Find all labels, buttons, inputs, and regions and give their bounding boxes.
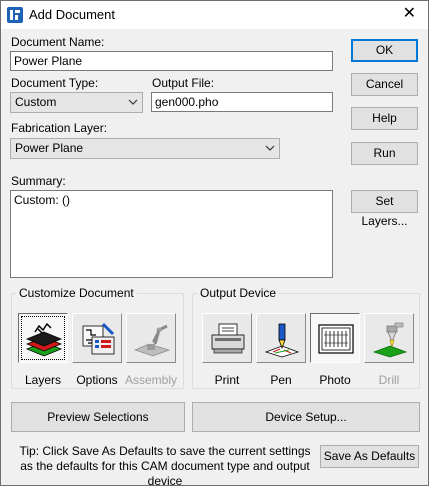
assembly-button	[126, 313, 176, 363]
chevron-down-icon	[265, 145, 275, 151]
output-file-input[interactable]: gen000.pho	[151, 92, 333, 112]
printer-icon	[211, 323, 245, 354]
assembly-label: Assembly	[124, 373, 177, 387]
layers-label: Layers	[24, 373, 62, 387]
print-button[interactable]	[202, 313, 252, 363]
pen-button[interactable]	[256, 313, 306, 363]
device-setup-button[interactable]: Device Setup...	[192, 402, 420, 432]
document-type-value: Custom	[15, 95, 57, 109]
print-label: Print	[214, 373, 240, 387]
fabrication-layer-value: Power Plane	[15, 141, 84, 155]
output-device-title: Output Device	[197, 286, 280, 300]
layers-icon	[25, 322, 63, 357]
run-button[interactable]: Run	[351, 142, 418, 165]
layers-button[interactable]	[18, 313, 68, 363]
chevron-down-icon	[128, 99, 138, 105]
add-document-dialog: Add Document ✕ Document Name: Power Plan…	[0, 0, 429, 488]
app-icon	[7, 7, 23, 23]
document-name-input[interactable]: Power Plane	[10, 51, 333, 71]
fabrication-layer-label: Fabrication Layer:	[11, 121, 108, 135]
set-layers-button[interactable]: Set Layers...	[351, 190, 418, 228]
document-name-label: Document Name:	[11, 35, 105, 49]
options-label: Options	[76, 373, 118, 387]
preview-selections-button[interactable]: Preview Selections	[11, 402, 185, 432]
drill-icon	[372, 322, 408, 358]
drill-button	[364, 313, 414, 363]
tip-text: Tip: Click Save As Defaults to save the …	[19, 444, 311, 488]
title-bar: Add Document ✕	[1, 1, 428, 29]
close-icon[interactable]: ✕	[403, 4, 416, 24]
summary-label: Summary:	[11, 174, 66, 188]
drill-label: Drill	[378, 373, 400, 387]
ok-button[interactable]: OK	[351, 39, 418, 62]
summary-textarea[interactable]: Custom: ()	[10, 190, 333, 278]
document-type-label: Document Type:	[11, 76, 99, 90]
photo-button[interactable]	[310, 313, 360, 363]
photo-label: Photo	[319, 373, 351, 387]
options-button[interactable]	[72, 313, 122, 363]
pen-plotter-icon	[264, 323, 300, 358]
document-type-select[interactable]: Custom	[10, 92, 143, 113]
customize-document-title: Customize Document	[16, 286, 137, 300]
pen-label: Pen	[270, 373, 292, 387]
photo-plotter-icon	[318, 324, 354, 354]
assembly-icon	[133, 324, 171, 357]
save-as-defaults-button[interactable]: Save As Defaults	[320, 445, 419, 468]
window-title: Add Document	[29, 7, 115, 22]
cancel-button[interactable]: Cancel	[351, 73, 418, 96]
fabrication-layer-select[interactable]: Power Plane	[10, 138, 280, 159]
output-file-label: Output File:	[152, 76, 215, 90]
options-icon	[82, 322, 115, 355]
help-button[interactable]: Help	[351, 107, 418, 130]
